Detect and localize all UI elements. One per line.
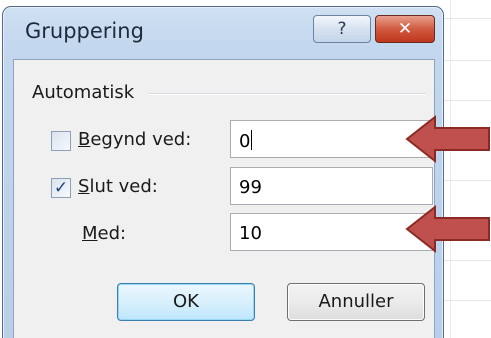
start-at-accelerator: B xyxy=(78,129,91,150)
checkmark-icon: ✓ xyxy=(53,177,69,198)
cancel-button[interactable]: Annuller xyxy=(287,283,425,321)
by-input[interactable]: 10 xyxy=(230,213,433,251)
worksheet-row-line xyxy=(440,60,491,61)
text-caret xyxy=(251,130,253,150)
start-at-input[interactable]: 0 xyxy=(230,120,433,158)
worksheet-row-line xyxy=(440,18,491,19)
worksheet-row-line xyxy=(440,260,491,261)
grouping-dialog: Gruppering ? ✕ Automatisk Begynd ved: 0 … xyxy=(2,6,444,338)
start-at-label-text: egynd ved: xyxy=(90,129,192,150)
end-at-label-text: lut ved: xyxy=(89,176,158,197)
end-at-label: Slut ved: xyxy=(78,176,158,197)
end-at-value: 99 xyxy=(239,177,262,198)
close-button[interactable]: ✕ xyxy=(375,15,435,43)
ok-button[interactable]: OK xyxy=(117,283,255,321)
worksheet-column-line xyxy=(450,0,451,338)
help-button[interactable]: ? xyxy=(313,15,371,43)
group-label-automatic: Automatisk xyxy=(32,82,135,103)
start-at-label: Begynd ved: xyxy=(78,129,191,150)
worksheet-row-line xyxy=(440,100,491,101)
annotation-arrow-icon xyxy=(405,114,490,164)
start-at-checkbox[interactable] xyxy=(51,131,71,151)
worksheet-row-line xyxy=(440,300,491,301)
by-value: 10 xyxy=(239,223,262,244)
group-divider xyxy=(149,93,426,95)
annotation-arrow-shape xyxy=(405,114,490,164)
help-icon: ? xyxy=(337,19,347,39)
start-at-value: 0 xyxy=(239,131,251,152)
end-at-input[interactable]: 99 xyxy=(230,167,433,205)
dialog-title: Gruppering xyxy=(25,19,144,43)
by-label: Med: xyxy=(82,223,126,244)
dialog-body: Automatisk Begynd ved: 0 ✓ Slut ved: 99 … xyxy=(13,59,435,338)
end-at-accelerator: S xyxy=(78,176,90,197)
annotation-arrow-shape xyxy=(405,204,490,254)
worksheet-row-line xyxy=(440,180,491,181)
by-accelerator: M xyxy=(82,223,98,244)
annotation-arrow-icon xyxy=(405,204,490,254)
by-label-text: ed: xyxy=(97,223,127,244)
end-at-checkbox[interactable]: ✓ xyxy=(51,178,71,198)
close-icon: ✕ xyxy=(397,19,413,39)
background-worksheet xyxy=(440,0,491,338)
